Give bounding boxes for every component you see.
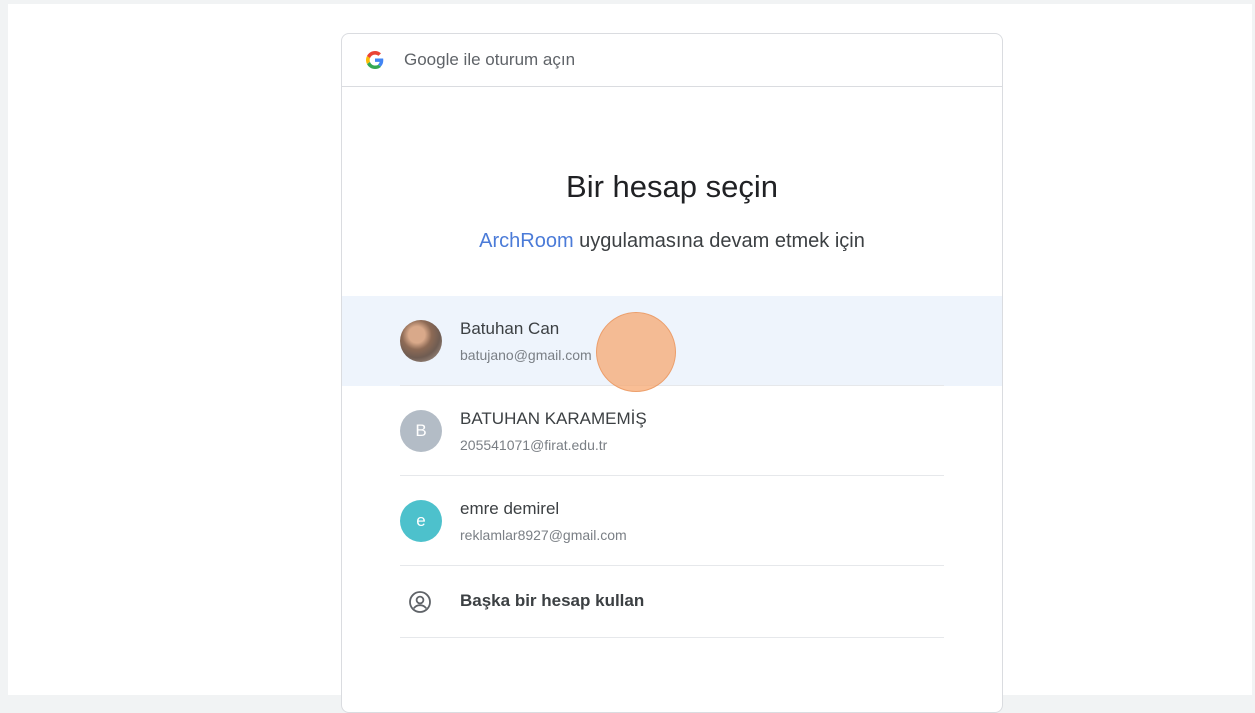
subtitle-text: uygulamasına devam etmek için	[573, 230, 865, 252]
account-item-batuhan-karamemis[interactable]: B BATUHAN KARAMEMİŞ 205541071@firat.edu.…	[342, 386, 1002, 476]
account-email: reklamlar8927@gmail.com	[460, 527, 627, 543]
account-name: emre demirel	[460, 499, 560, 518]
avatar	[400, 320, 442, 362]
account-email: batujano@gmail.com	[460, 347, 592, 363]
card-header: Google ile oturum açın	[342, 34, 1002, 87]
use-another-account-label: Başka bir hesap kullan	[460, 591, 645, 610]
avatar: B	[400, 410, 442, 452]
account-item-emre-demirel[interactable]: e emre demirel reklamlar8927@gmail.com	[342, 476, 1002, 566]
page-title: Bir hesap seçin	[566, 169, 778, 204]
sign-in-card: Google ile oturum açın Bir hesap seçin A…	[341, 33, 1003, 713]
page-background: Google ile oturum açın Bir hesap seçin A…	[8, 4, 1252, 713]
header-title: Google ile oturum açın	[404, 50, 576, 69]
app-name-link[interactable]: ArchRoom	[479, 230, 573, 252]
use-another-account-button[interactable]: Başka bir hesap kullan	[342, 566, 1002, 638]
divider	[400, 637, 944, 638]
account-circle-icon	[409, 591, 431, 613]
account-name: BATUHAN KARAMEMİŞ	[460, 409, 647, 428]
page-subtitle: ArchRoom uygulamasına devam etmek için	[342, 230, 1002, 253]
account-list: Batuhan Can batujano@gmail.com B BATUHAN…	[342, 296, 1002, 638]
account-email: 205541071@firat.edu.tr	[460, 437, 608, 453]
account-item-batuhan-can[interactable]: Batuhan Can batujano@gmail.com	[342, 296, 1002, 386]
google-g-icon	[366, 51, 384, 69]
account-name: Batuhan Can	[460, 319, 560, 338]
avatar: e	[400, 500, 442, 542]
